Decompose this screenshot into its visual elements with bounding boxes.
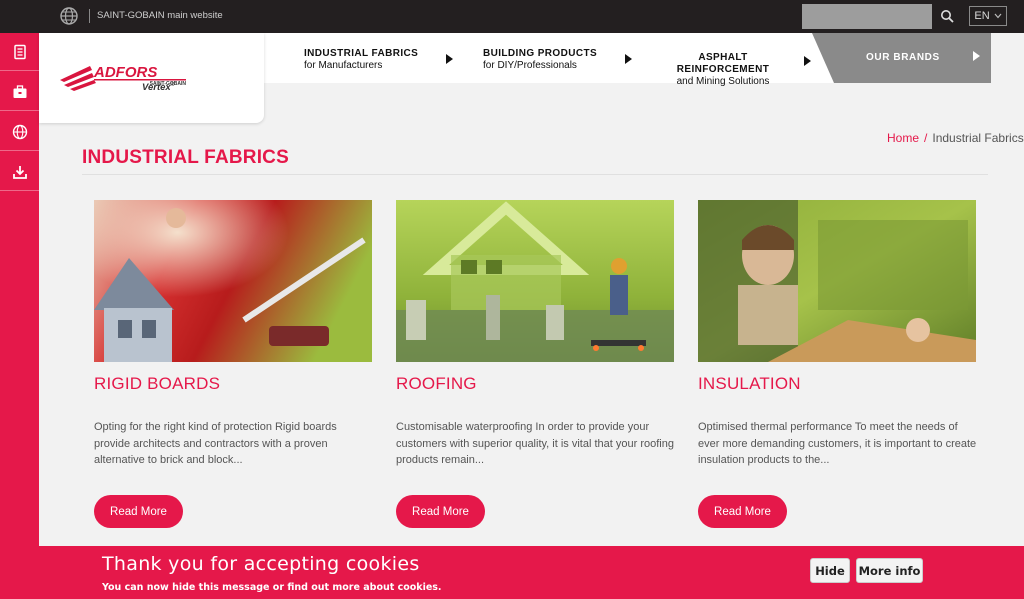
language-label: EN bbox=[974, 10, 990, 22]
play-arrow-icon[interactable] bbox=[625, 54, 632, 64]
cookie-banner-text: You can now hide this message or find ou… bbox=[102, 582, 442, 593]
sidebar-item-portfolio[interactable] bbox=[0, 73, 39, 111]
nav-item-subtitle: and Mining Solutions bbox=[676, 76, 770, 87]
chevron-down-icon bbox=[994, 13, 1002, 19]
play-arrow-icon[interactable] bbox=[973, 51, 980, 61]
cookie-more-info-button[interactable]: More info bbox=[856, 558, 923, 583]
sidebar-item-global[interactable] bbox=[0, 113, 39, 151]
nav-item-subtitle: for DIY/Professionals bbox=[483, 60, 577, 71]
globe-icon bbox=[12, 124, 27, 139]
play-arrow-icon[interactable] bbox=[446, 54, 453, 64]
nav-item-title: BUILDING PRODUCTS bbox=[483, 48, 598, 59]
card-title[interactable]: INSULATION bbox=[698, 374, 801, 394]
hide-cookie-banner-button[interactable]: Hide bbox=[810, 558, 850, 583]
nav-item-title: INDUSTRIAL FABRICS bbox=[304, 48, 419, 59]
breadcrumb-current: Industrial Fabrics bbox=[932, 131, 1024, 145]
search-input[interactable] bbox=[802, 4, 932, 29]
logo-brand-text: ADFORS bbox=[93, 64, 157, 81]
play-arrow-icon[interactable] bbox=[804, 56, 811, 66]
card-description: Optimised thermal performance To meet th… bbox=[698, 421, 977, 466]
nav-item-subtitle: for Manufacturers bbox=[304, 60, 383, 71]
globe-icon[interactable] bbox=[60, 7, 78, 25]
nav-item-asphalt-reinforcement[interactable]: ASPHALT REINFORCEMENT and Mining Solutio… bbox=[653, 52, 793, 88]
roofing-image[interactable] bbox=[396, 200, 674, 362]
download-icon bbox=[12, 165, 27, 179]
breadcrumb: Home / Industrial Fabrics bbox=[887, 131, 1024, 145]
card-description: Customisable waterproofing In order to p… bbox=[396, 421, 674, 466]
cookie-banner-title: Thank you for accepting cookies bbox=[102, 553, 420, 575]
page-title: INDUSTRIAL FABRICS bbox=[82, 147, 289, 168]
card-title[interactable]: ROOFING bbox=[396, 374, 477, 394]
logo-product-name: Vertex® bbox=[142, 82, 175, 94]
side-toolbar bbox=[0, 33, 39, 599]
read-more-button[interactable]: Read More bbox=[94, 495, 183, 528]
card-description: Opting for the right kind of protection … bbox=[94, 421, 337, 466]
card-title[interactable]: RIGID BOARDS bbox=[94, 374, 220, 394]
top-bar: SAINT-GOBAIN main website EN bbox=[0, 0, 1024, 33]
saint-gobain-main-website-link[interactable]: SAINT-GOBAIN main website bbox=[97, 10, 223, 21]
language-selector[interactable]: EN bbox=[969, 6, 1007, 26]
title-divider bbox=[82, 174, 988, 175]
breadcrumb-separator: / bbox=[924, 131, 928, 145]
nav-item-title: ASPHALT REINFORCEMENT bbox=[676, 52, 770, 75]
sidebar-item-download[interactable] bbox=[0, 153, 39, 191]
nav-item-building-products[interactable]: BUILDING PRODUCTS for DIY/Professionals bbox=[483, 48, 597, 72]
search-icon[interactable] bbox=[940, 9, 954, 23]
nav-item-industrial-fabrics[interactable]: INDUSTRIAL FABRICS for Manufacturers bbox=[304, 48, 418, 72]
topbar-divider bbox=[89, 9, 90, 23]
read-more-button[interactable]: Read More bbox=[698, 495, 787, 528]
portfolio-icon bbox=[13, 84, 26, 98]
read-more-button[interactable]: Read More bbox=[396, 495, 485, 528]
our-brands-label[interactable]: OUR BRANDS bbox=[866, 52, 940, 63]
rigid-boards-image[interactable] bbox=[94, 200, 372, 362]
breadcrumb-home-link[interactable]: Home bbox=[887, 131, 919, 145]
catalog-icon bbox=[13, 44, 26, 59]
sidebar-item-catalog[interactable] bbox=[0, 33, 39, 71]
insulation-image[interactable] bbox=[698, 200, 976, 362]
